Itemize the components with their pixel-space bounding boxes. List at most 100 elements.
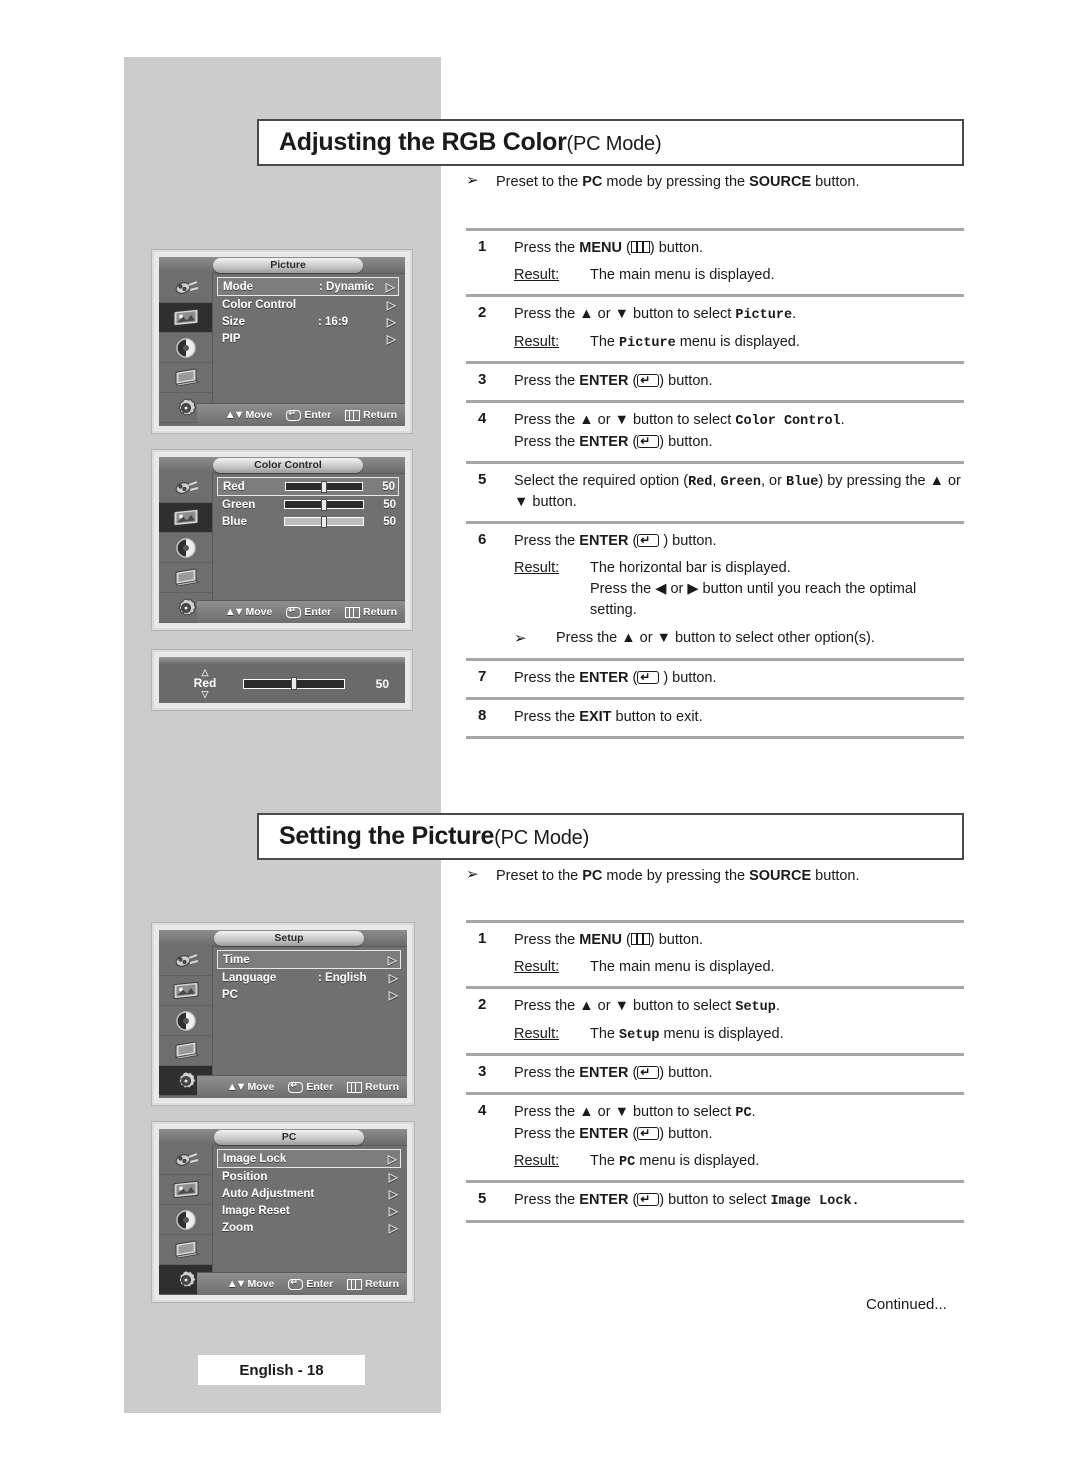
input-plug-icon[interactable] — [159, 273, 212, 303]
osd-title: PC — [214, 1130, 364, 1145]
step-text: Press the ENTER (↵) button. — [514, 373, 713, 390]
step-number: 4 — [478, 1102, 487, 1120]
step-number: 2 — [478, 996, 487, 1014]
slider-value: 50 — [383, 515, 396, 528]
up-down-arrows-icon: ▲▼ — [224, 409, 245, 421]
enter-key-icon: ↵ — [637, 374, 660, 388]
osd-slider-row[interactable]: Green 50 — [217, 496, 399, 513]
osd-footer-move: ▲▼ Move — [226, 1278, 275, 1290]
slider-knob[interactable] — [321, 480, 327, 493]
divider — [466, 1219, 964, 1223]
channel-book-icon[interactable] — [159, 563, 212, 593]
result-text: The PC menu is displayed. — [590, 1152, 760, 1170]
osd-menu-item[interactable]: Size: 16:9 ▷ — [217, 313, 399, 330]
steps-list-section-1: 1 Press the MENU () button. Result: The … — [466, 228, 964, 740]
sound-speaker-icon[interactable] — [159, 1205, 212, 1235]
osd-menu-item[interactable]: Time ▷ — [217, 950, 401, 969]
sound-speaker-icon[interactable] — [159, 533, 212, 563]
osd-menu-item[interactable]: Mode: Dynamic ▷ — [217, 277, 399, 296]
step-text: Press the ▲ or ▼ button to select Color … — [514, 412, 845, 450]
result-text: The main menu is displayed. — [590, 267, 775, 284]
osd-slider-row[interactable]: Blue 50 — [217, 513, 399, 530]
result-label: Result: — [514, 560, 560, 577]
step-text: Press the ENTER (↵ ) button. Result: The… — [514, 531, 964, 650]
slider-track[interactable] — [284, 498, 364, 511]
slider-knob[interactable] — [321, 515, 327, 528]
menu-key-icon — [347, 1278, 363, 1290]
slider-knob[interactable] — [321, 498, 327, 511]
osd-slider-row[interactable]: Red 50 — [217, 477, 399, 496]
osd-footer-return: Return — [347, 1081, 399, 1093]
menu-key-icon — [345, 606, 361, 618]
osd-title: Setup — [214, 931, 364, 946]
preset-note-1: ➢ Preset to the PC mode by pressing the … — [466, 172, 964, 192]
picture-screen-icon[interactable] — [159, 1175, 212, 1205]
slider-value: 50 — [382, 480, 395, 493]
sound-speaker-icon[interactable] — [159, 1006, 212, 1036]
osd-menu-items: Time ▷ Language: English ▷ PC ▷ — [213, 946, 407, 1076]
osd-menu-item[interactable]: Zoom ▷ — [217, 1219, 401, 1236]
channel-book-icon[interactable] — [159, 363, 212, 393]
osd-menu-item[interactable]: Image Lock ▷ — [217, 1149, 401, 1168]
osd-menu-item[interactable]: Position ▷ — [217, 1168, 401, 1185]
slider-track[interactable] — [243, 677, 345, 690]
osd-menu-item[interactable]: PC ▷ — [217, 986, 401, 1003]
chevron-right-icon: ▷ — [388, 1169, 398, 1184]
enter-key-icon — [286, 605, 302, 618]
osd-menu-item[interactable]: Auto Adjustment ▷ — [217, 1185, 401, 1202]
picture-screen-icon[interactable] — [159, 976, 212, 1006]
slider-track[interactable] — [284, 515, 364, 528]
result-text: The Picture menu is displayed. — [590, 333, 800, 351]
menu-key-icon — [347, 1081, 363, 1093]
chevron-right-icon: ▷ — [388, 1220, 398, 1235]
osd-footer-return: Return — [347, 1278, 399, 1290]
result-label: Result: — [514, 1025, 560, 1042]
slider-knob[interactable] — [291, 677, 297, 690]
step-text: Press the ▲ or ▼ button to select Pictur… — [514, 304, 964, 353]
osd-footer-move: ▲▼ Move — [224, 606, 273, 618]
slider-value: 50 — [383, 498, 396, 511]
slider-value: 50 — [375, 676, 389, 691]
slider-track[interactable] — [285, 480, 363, 493]
channel-book-icon[interactable] — [159, 1235, 212, 1265]
section-heading-setting-picture: Setting the Picture(PC Mode) — [257, 813, 964, 860]
picture-screen-icon[interactable] — [159, 503, 212, 533]
osd-menu-item[interactable]: Language: English ▷ — [217, 969, 401, 986]
osd-screenshot-pc-menu: PC Image Lock ▷ Position ▷ Auto Adjustme… — [152, 1122, 414, 1302]
step-row: 1 Press the MENU () button. Result: The … — [466, 231, 964, 294]
picture-screen-icon[interactable] — [159, 303, 212, 333]
input-plug-icon[interactable] — [159, 1145, 212, 1175]
step-text: Press the EXIT button to exit. — [514, 709, 703, 726]
step-row: 5 Select the required option (Red, Green… — [466, 464, 964, 522]
osd-menu-items: Image Lock ▷ Position ▷ Auto Adjustment ▷ I… — [213, 1145, 407, 1273]
step-row: 3 Press the ENTER (↵) button. — [466, 364, 964, 400]
step-row: 6 Press the ENTER (↵ ) button. Result: T… — [466, 524, 964, 658]
input-plug-icon[interactable] — [159, 473, 212, 503]
menu-key-icon — [345, 409, 361, 421]
osd-menu-item[interactable]: Image Reset ▷ — [217, 1202, 401, 1219]
osd-menu-item[interactable]: PIP ▷ — [217, 330, 399, 347]
section-heading-sub: (PC Mode) — [494, 827, 590, 849]
osd-footer: ▲▼Move Enter Return — [197, 1075, 407, 1098]
enter-key-icon: ↵ — [637, 1066, 660, 1080]
menu-key-icon — [630, 933, 650, 945]
result-label: Result: — [514, 1152, 560, 1169]
channel-book-icon[interactable] — [159, 1036, 212, 1066]
step-row: 8 Press the EXIT button to exit. — [466, 700, 964, 736]
chevron-right-icon: ▷ — [387, 1151, 397, 1166]
step-text: Press the ENTER (↵ ) button. — [514, 670, 717, 687]
enter-key-icon: ↵ — [637, 1193, 660, 1207]
sound-speaker-icon[interactable] — [159, 333, 212, 363]
step-text: Press the MENU () button. Result: The ma… — [514, 930, 964, 978]
osd-menu-item[interactable]: Color Control ▷ — [217, 296, 399, 313]
result-label: Result: — [514, 333, 560, 350]
input-plug-icon[interactable] — [159, 946, 212, 976]
osd-footer-enter: Enter — [286, 408, 331, 421]
step-text: Press the ▲ or ▼ button to select Setup.… — [514, 996, 964, 1045]
chevron-right-icon: ▷ — [388, 970, 398, 985]
chevron-right-icon: ▷ — [387, 952, 397, 967]
section-heading-main: Adjusting the RGB Color — [279, 128, 567, 156]
result-text: The horizontal bar is displayed. Press t… — [590, 560, 917, 619]
preset-note-text: Preset to the PC mode by pressing the SO… — [496, 868, 860, 884]
result-text: The main menu is displayed. — [590, 959, 775, 976]
